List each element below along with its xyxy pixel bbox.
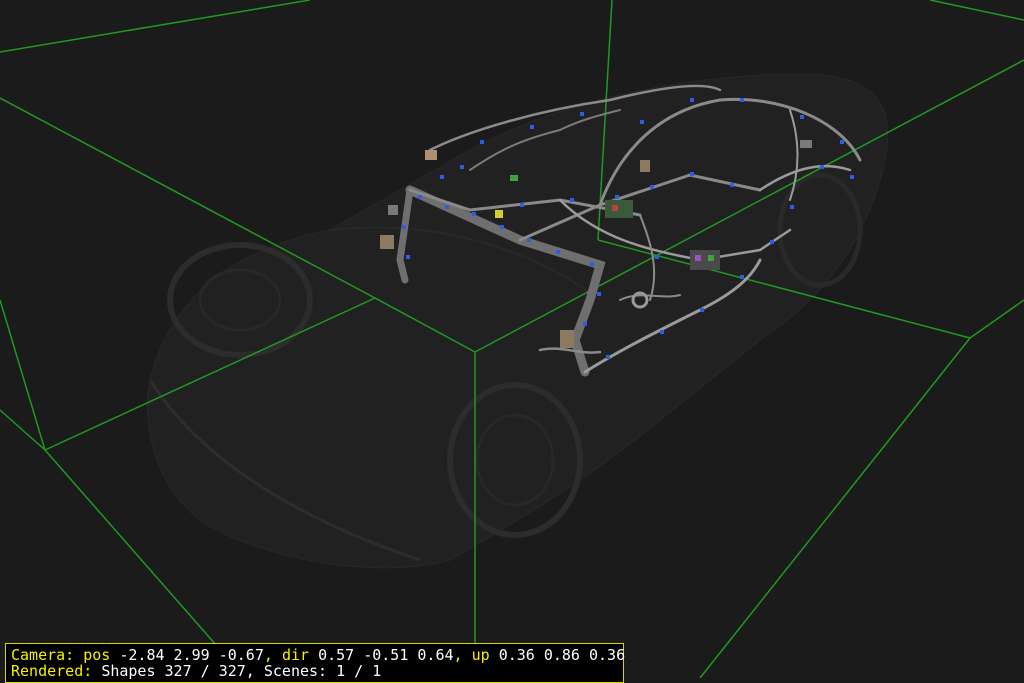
- rendered-label: Rendered:: [11, 662, 92, 680]
- camera-status-overlay: Camera: pos -2.84 2.99 -0.67, dir 0.57 -…: [5, 643, 624, 683]
- car-body-ghost: [147, 74, 887, 567]
- scene-canvas[interactable]: [0, 0, 1024, 678]
- 3d-viewport[interactable]: Camera: pos -2.84 2.99 -0.67, dir 0.57 -…: [0, 0, 1024, 678]
- up-value: 0.36 0.86 0.36: [499, 646, 625, 664]
- shapes-value: Shapes 327 / 327, Scenes: 1 / 1: [101, 662, 381, 680]
- up-label: up: [472, 646, 490, 664]
